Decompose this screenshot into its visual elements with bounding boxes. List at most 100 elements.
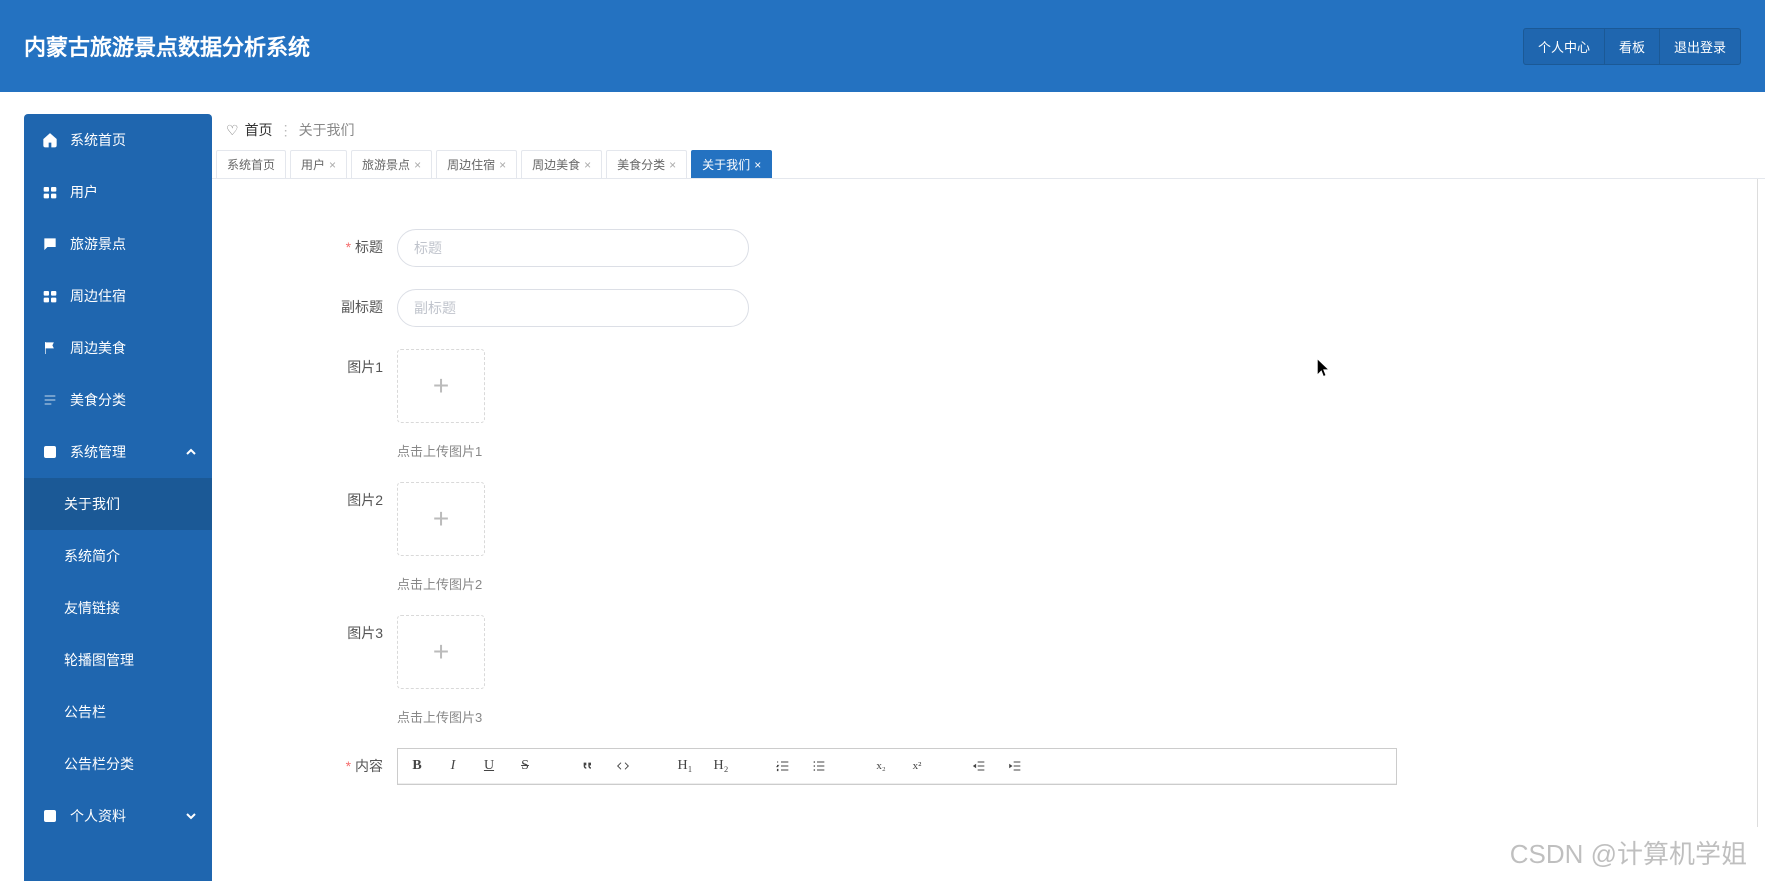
sidebar-item-label: 系统首页 [70,130,126,150]
sidebar-item-noticecat[interactable]: 公告栏分类 [24,738,212,790]
img3-label: 图片3 [252,615,397,643]
close-icon[interactable]: × [584,158,591,172]
grid-icon [42,288,58,304]
flag-icon [42,340,58,356]
sidebar-item-profile[interactable]: 个人资料 [24,790,212,842]
close-icon[interactable]: × [499,158,506,172]
tab-foodcat[interactable]: 美食分类 × [606,150,687,178]
sidebar-item-sysintro[interactable]: 系统简介 [24,530,212,582]
topbar: 内蒙古旅游景点数据分析系统 个人中心 看板 退出登录 [0,0,1765,92]
sidebar-item-carousel[interactable]: 轮播图管理 [24,634,212,686]
close-icon[interactable]: × [414,158,421,172]
logout-button[interactable]: 退出登录 [1659,28,1741,65]
editor-code-button[interactable] [614,755,632,777]
tab-label: 周边住宿 [447,156,495,173]
editor-underline-button[interactable]: U [480,755,498,777]
sidebar-item-label: 轮播图管理 [64,650,134,670]
form-wrap: 标题 副标题 图片1 + 点击上传图片1 图片2 + 点击上传图片2 [212,179,1765,827]
editor-bold-button[interactable]: B [408,755,426,777]
sidebar-item-food[interactable]: 周边美食 [24,322,212,374]
sidebar-item-label: 周边美食 [70,338,126,358]
home-icon [42,132,58,148]
tab-label: 关于我们 [702,156,750,173]
sidebar-item-users[interactable]: 用户 [24,166,212,218]
upload-hint-2: 点击上传图片2 [397,574,482,593]
sidebar-item-label: 关于我们 [64,494,120,514]
upload-img1[interactable]: + [397,349,485,423]
img1-label: 图片1 [252,349,397,377]
plus-icon: + [433,370,449,402]
close-icon[interactable]: × [754,158,761,172]
sidebar-item-label: 用户 [70,182,98,202]
sidebar-item-label: 系统简介 [64,546,120,566]
tabbar: 系统首页× 用户× 旅游景点× 周边住宿× 周边美食× 美食分类× 关于我们× [212,150,1765,179]
editor-ulist-button[interactable] [810,755,828,777]
tab-label: 周边美食 [532,156,580,173]
title-input[interactable] [397,229,749,267]
sidebar-item-label: 友情链接 [64,598,120,618]
scrollbar[interactable] [1757,179,1765,827]
editor-sup-button[interactable]: x² [908,755,926,777]
img2-label: 图片2 [252,482,397,510]
sidebar-item-label: 系统管理 [70,442,126,462]
editor-h2-button[interactable]: H₂ [712,755,730,777]
sidebar-item-label: 周边住宿 [70,286,126,306]
sidebar-item-sysmgmt[interactable]: 系统管理 [24,426,212,478]
sidebar-item-aboutus[interactable]: 关于我们 [24,478,212,530]
close-icon[interactable]: × [329,158,336,172]
editor-h1-button[interactable]: H₁ [676,755,694,777]
tab-users[interactable]: 用户× [290,150,347,178]
sidebar-item-label: 旅游景点 [70,234,126,254]
tab-stay[interactable]: 周边住宿 × [436,150,517,178]
tab-label: 美食分类 [617,156,665,173]
upload-hint-3: 点击上传图片3 [397,707,482,726]
editor-sub-button[interactable]: x₂ [872,755,890,777]
profile-icon [42,808,58,824]
subtitle-input[interactable] [397,289,749,327]
heart-icon: ♡ [226,122,239,139]
sidebar-item-foodcat[interactable]: 美食分类 [24,374,212,426]
sidebar: 系统首页 用户 旅游景点 周边住宿 周边美食 美食分类 系统管理 关于我们 [24,114,212,881]
sidebar-item-spots[interactable]: 旅游景点 [24,218,212,270]
breadcrumb-sep: ⋮ [279,122,293,139]
editor-italic-button[interactable]: I [444,755,462,777]
editor-indent-button[interactable] [1006,755,1024,777]
tab-label: 旅游景点 [362,156,410,173]
title-label: 标题 [252,229,397,257]
category-icon [42,392,58,408]
upload-hint-1: 点击上传图片1 [397,441,482,460]
subtitle-label: 副标题 [252,289,397,317]
tab-home[interactable]: 系统首页× [216,150,286,178]
chevron-down-icon [186,808,196,824]
profile-button[interactable]: 个人中心 [1523,28,1605,65]
users-icon [42,184,58,200]
sidebar-item-label: 公告栏分类 [64,754,134,774]
topbar-actions: 个人中心 看板 退出登录 [1524,28,1741,65]
rich-editor: B I U S H₁ H₂ x₂ [397,748,1397,785]
settings-icon [42,444,58,460]
breadcrumb-home[interactable]: 首页 [245,120,273,140]
sidebar-item-stay[interactable]: 周边住宿 [24,270,212,322]
upload-img3[interactable]: + [397,615,485,689]
editor-outdent-button[interactable] [970,755,988,777]
sidebar-item-label: 公告栏 [64,702,106,722]
board-button[interactable]: 看板 [1604,28,1660,65]
close-icon[interactable]: × [669,158,676,172]
tab-food[interactable]: 周边美食 × [521,150,602,178]
tab-aboutus[interactable]: 关于我们 × [691,150,772,178]
content-label: 内容 [252,748,397,776]
editor-quote-button[interactable] [578,755,596,777]
tab-spots[interactable]: 旅游景点 × [351,150,432,178]
editor-olist-button[interactable] [774,755,792,777]
sidebar-item-notice[interactable]: 公告栏 [24,686,212,738]
breadcrumb: ♡ 首页 ⋮ 关于我们 [212,114,1765,150]
sidebar-item-label: 美食分类 [70,390,126,410]
sidebar-item-home[interactable]: 系统首页 [24,114,212,166]
plus-icon: + [433,636,449,668]
editor-strike-button[interactable]: S [516,755,534,777]
tab-label: 系统首页 [227,156,275,173]
plus-icon: + [433,503,449,535]
sidebar-item-friendlinks[interactable]: 友情链接 [24,582,212,634]
upload-img2[interactable]: + [397,482,485,556]
app-title: 内蒙古旅游景点数据分析系统 [24,30,310,62]
